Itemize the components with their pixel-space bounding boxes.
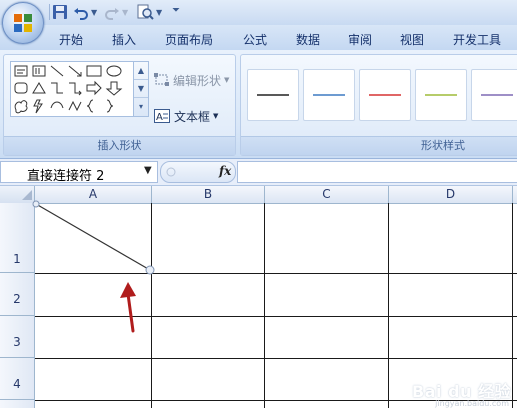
straight-connector-shape[interactable]	[35, 203, 151, 271]
textbox-label: 文本框	[174, 109, 211, 124]
shape-styles-group: 形状样式	[240, 54, 517, 156]
formula-controls: fx	[160, 161, 236, 183]
insert-function-button[interactable]: fx	[219, 164, 231, 178]
shapes-gallery[interactable]	[10, 61, 134, 117]
undo-icon[interactable]	[73, 4, 89, 20]
shape-style-option-1[interactable]	[247, 69, 299, 121]
qat-separator	[49, 4, 50, 20]
office-logo-icon	[14, 14, 32, 32]
ribbon-panel: ▲ ▼ ▾ 编辑形状 ▼ A 文本框 ▼ 插入形状 形状样式	[0, 50, 517, 159]
watermark-sub: jingyan.baidu.com	[435, 399, 509, 408]
triangle-shape-icon	[32, 82, 46, 94]
redo-dropdown-icon[interactable]: ▼	[122, 8, 128, 24]
line-shape-icon	[50, 65, 64, 77]
sheet-overlay	[32, 200, 155, 333]
connector-start-handle[interactable]	[32, 200, 40, 208]
gallery-scroll-up-icon[interactable]: ▲	[134, 62, 148, 80]
arrow-line-shape-icon	[68, 65, 82, 77]
elbow-connector-shape-icon	[51, 82, 63, 94]
shape-style-option-4[interactable]	[415, 69, 467, 121]
right-brace-shape-icon	[106, 99, 114, 113]
shape-style-line-3	[369, 94, 401, 96]
down-arrow-shape-icon	[105, 81, 123, 96]
customize-qat-icon[interactable]: ⏷	[172, 5, 180, 21]
textbox-icon: A	[154, 109, 170, 123]
lightning-shape-icon	[33, 99, 43, 114]
textbox-button[interactable]: A 文本框 ▼	[154, 107, 218, 125]
formula-bar: 直接连接符 2 ▼ fx	[0, 159, 517, 186]
worksheet: A B C D 1 2 3 4 Bai du 经验 jingyan.baidu.…	[0, 186, 517, 408]
tab-data[interactable]: 数据	[296, 31, 320, 48]
callout-shape-icon	[14, 100, 28, 114]
textbox-dropdown-icon: ▼	[213, 112, 219, 120]
svg-text:A: A	[156, 112, 163, 123]
rounded-rectangle-shape-icon	[14, 82, 28, 94]
tab-developer[interactable]: 开发工具	[453, 31, 501, 48]
tab-view[interactable]: 视图	[400, 31, 424, 48]
shape-style-line-1	[257, 94, 289, 96]
shape-style-line-2	[313, 94, 345, 96]
textbox-shape-icon	[14, 65, 28, 77]
shape-styles-group-label: 形状样式	[241, 136, 517, 155]
edit-shape-label: 编辑形状	[173, 73, 222, 88]
gallery-more-icon[interactable]: ▾	[134, 98, 148, 115]
edit-shape-icon	[154, 73, 169, 86]
undo-dropdown-icon[interactable]: ▼	[91, 8, 97, 24]
edit-shape-button[interactable]: 编辑形状 ▼	[154, 71, 229, 89]
gallery-scroll-down-icon[interactable]: ▼	[134, 80, 148, 98]
name-box-value: 直接连接符 2	[27, 169, 105, 184]
shape-style-option-2[interactable]	[303, 69, 355, 121]
formula-input[interactable]	[237, 161, 517, 183]
tab-home[interactable]: 开始	[59, 31, 83, 48]
redo-icon[interactable]	[104, 4, 120, 20]
ribbon-tab-bar: 开始 插入 页面布局 公式 数据 审阅 视图 开发工具	[0, 25, 517, 50]
shape-style-line-4	[425, 94, 457, 96]
red-arrow-icon	[120, 282, 136, 333]
tab-review[interactable]: 审阅	[348, 31, 372, 48]
tab-formulas[interactable]: 公式	[243, 31, 267, 48]
connector-end-handle[interactable]	[145, 265, 155, 275]
insert-shapes-group: ▲ ▼ ▾ 编辑形状 ▼ A 文本框 ▼ 插入形状	[3, 54, 236, 156]
rectangle-shape-icon	[86, 65, 102, 77]
insert-shapes-group-label: 插入形状	[4, 136, 235, 155]
shape-style-option-5[interactable]	[471, 69, 517, 121]
shape-style-option-3[interactable]	[359, 69, 411, 121]
save-icon[interactable]	[52, 4, 68, 20]
shapes-gallery-icons	[14, 65, 123, 114]
title-bar: ▼ ▼ ▼ ⏷	[0, 0, 517, 26]
left-brace-shape-icon	[86, 99, 94, 113]
office-button[interactable]	[2, 2, 44, 44]
name-box-dropdown-icon[interactable]: ▼	[144, 165, 152, 176]
tab-page-layout[interactable]: 页面布局	[165, 31, 213, 48]
edit-shape-dropdown-icon: ▼	[224, 76, 230, 84]
right-arrow-shape-icon	[86, 80, 102, 96]
tab-insert[interactable]: 插入	[112, 31, 136, 48]
arc-shape-icon	[50, 101, 64, 109]
shape-style-line-5	[481, 94, 513, 96]
oval-shape-icon	[106, 65, 122, 77]
formula-grip-icon	[166, 167, 176, 177]
print-preview-icon[interactable]	[136, 4, 154, 20]
name-box[interactable]: 直接连接符 2 ▼	[0, 161, 158, 184]
qat-dropdown-icon[interactable]: ▼	[156, 8, 162, 24]
freeform-shape-icon	[68, 100, 82, 112]
gallery-scrollbar[interactable]: ▲ ▼ ▾	[133, 61, 149, 117]
